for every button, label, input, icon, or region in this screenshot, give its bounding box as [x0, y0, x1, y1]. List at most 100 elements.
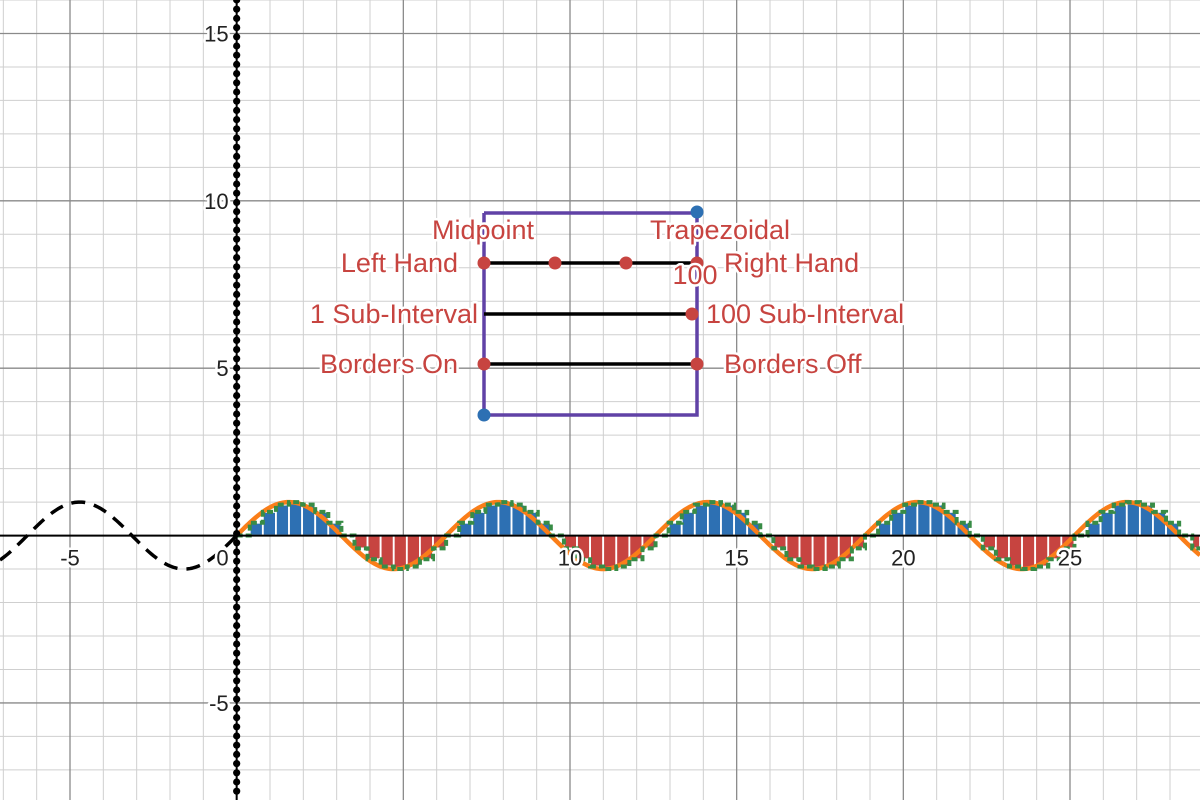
- panel-drag-handle-bottom-left[interactable]: [477, 408, 491, 422]
- y-axis-point: [233, 336, 241, 344]
- y-axis-point: [233, 732, 241, 740]
- sub-interval-slider-handle[interactable]: [685, 307, 699, 321]
- y-axis-point: [233, 401, 241, 409]
- y-axis-point: [233, 309, 241, 317]
- y-axis-point: [233, 226, 241, 234]
- riemann-bar-negative: [1008, 534, 1023, 568]
- y-axis-point: [233, 557, 241, 565]
- left-hand-label: Left Hand: [341, 248, 458, 278]
- minor-gridlines: [0, 0, 1200, 800]
- y-axis-point: [233, 392, 241, 400]
- midpoint-label: Midpoint: [432, 215, 535, 245]
- one-sub-interval-label: 1 Sub-Interval: [310, 299, 478, 329]
- y-axis-point: [233, 51, 241, 59]
- right-hand-label: Right Hand: [724, 248, 859, 278]
- y-tick-label: -5: [209, 691, 229, 716]
- y-axis-point: [233, 419, 241, 427]
- riemann-bar-negative: [1021, 534, 1037, 570]
- method-option-left-hand[interactable]: [477, 256, 491, 270]
- y-axis-point: [233, 290, 241, 298]
- borders-on-toggle[interactable]: [477, 357, 491, 371]
- y-axis-point: [233, 594, 241, 602]
- y-axis-point: [233, 447, 241, 455]
- method-option-midpoint[interactable]: [548, 256, 562, 270]
- y-axis-point: [233, 235, 241, 243]
- y-axis-point: [233, 14, 241, 22]
- borders-off-label: Borders Off: [724, 349, 862, 379]
- y-axis-point: [233, 24, 241, 32]
- y-axis-point: [233, 97, 241, 105]
- y-axis-point: [233, 217, 241, 225]
- riemann-bar-negative: [602, 534, 618, 570]
- axes: [0, 0, 1200, 800]
- riemann-bar-positive: [1112, 503, 1128, 537]
- y-axis-point: [233, 668, 241, 676]
- y-axis-point: [233, 88, 241, 96]
- method-option-trapezoidal[interactable]: [619, 256, 633, 270]
- x-tick-label: 10: [558, 546, 582, 571]
- y-axis-point: [233, 649, 241, 657]
- y-tick-label: 10: [204, 189, 228, 214]
- riemann-bar-positive: [497, 501, 513, 537]
- y-axis-point: [233, 539, 241, 547]
- y-axis-point: [233, 116, 241, 124]
- y-axis-point: [233, 0, 241, 4]
- x-tick-label: 20: [891, 546, 915, 571]
- major-gridlines: [0, 0, 1200, 800]
- y-axis-point: [233, 566, 241, 575]
- x-tick-label: 25: [1058, 546, 1082, 571]
- y-axis-point: [233, 622, 241, 630]
- y-axis-point: [233, 106, 241, 114]
- y-axis-point: [233, 484, 241, 492]
- y-axis-point: [233, 162, 241, 170]
- y-axis-point: [233, 125, 241, 133]
- y-axis-point: [233, 428, 241, 436]
- y-axis-point: [233, 760, 241, 768]
- y-axis-point: [233, 585, 241, 593]
- y-axis-point: [233, 704, 241, 713]
- y-axis-point: [233, 530, 241, 538]
- y-axis-point: [233, 474, 241, 482]
- y-axis-point: [233, 631, 241, 639]
- y-axis-point: [233, 750, 241, 759]
- borders-on-label: Borders On: [320, 349, 458, 379]
- y-axis-point: [233, 171, 241, 179]
- y-axis-point: [233, 603, 241, 611]
- sub-interval-count-label: 100: [672, 260, 717, 290]
- hundred-sub-interval-label: 100 Sub-Interval: [706, 299, 904, 329]
- y-axis-point: [233, 70, 241, 78]
- y-axis-point: [233, 456, 241, 464]
- y-axis-point: [233, 410, 241, 418]
- control-panel: Midpoint Trapezoidal Left Hand Right Han…: [307, 205, 907, 422]
- y-axis-point: [233, 382, 241, 390]
- y-axis-point: [233, 355, 241, 363]
- y-axis-point: [233, 300, 241, 308]
- y-axis-point: [233, 714, 241, 722]
- riemann-bar-negative: [392, 534, 408, 570]
- y-axis-point: [233, 778, 241, 786]
- y-axis-point: [233, 677, 241, 685]
- y-axis-point: [233, 686, 241, 694]
- y-axis-point: [233, 33, 241, 41]
- y-axis-point: [233, 640, 241, 648]
- y-axis-point: [233, 741, 241, 749]
- y-axis-point: [233, 327, 241, 335]
- y-axis-point: [233, 723, 241, 731]
- graph-canvas[interactable]: -5 0 10 15 20 25 -5 5 10 15 Midpoint Trapezoidal …: [0, 0, 1200, 800]
- riemann-bar-positive: [916, 501, 932, 537]
- borders-off-toggle[interactable]: [690, 357, 704, 371]
- x-tick-label: 0: [216, 546, 228, 571]
- y-axis-point: [233, 511, 241, 519]
- y-axis-point: [233, 658, 241, 667]
- y-axis-point: [233, 502, 241, 510]
- y-axis-point: [233, 465, 241, 473]
- y-axis-point: [233, 42, 241, 50]
- y-axis-point: [233, 143, 241, 151]
- y-axis-point: [233, 364, 241, 372]
- y-axis-point: [233, 189, 241, 197]
- riemann-bar-positive: [1099, 510, 1115, 537]
- y-axis-point: [233, 787, 241, 795]
- riemann-bar-positive: [1125, 501, 1141, 537]
- riemann-bar-negative: [811, 534, 827, 570]
- y-axis-point: [233, 318, 241, 326]
